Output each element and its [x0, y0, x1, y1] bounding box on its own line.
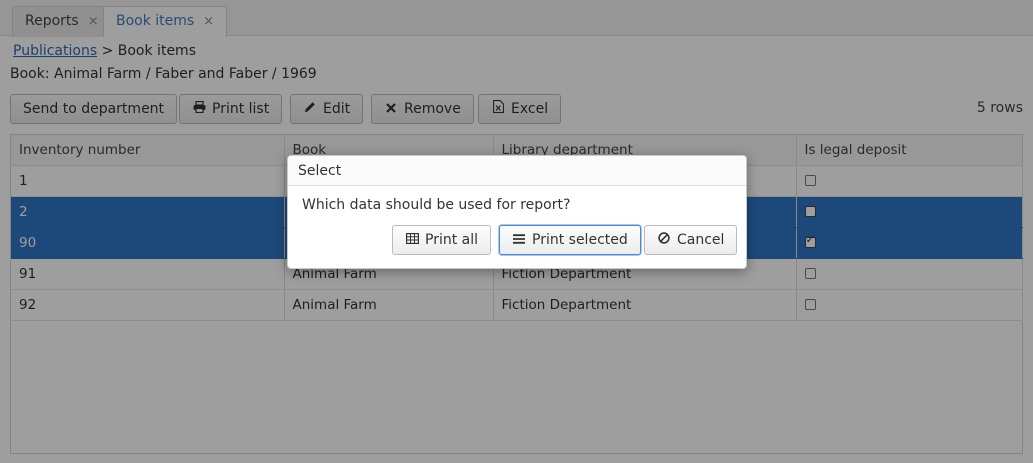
- ban-icon: [657, 226, 671, 254]
- print-selected-label: Print selected: [532, 232, 628, 248]
- select-dialog: Select Which data should be used for rep…: [287, 155, 747, 269]
- print-all-button[interactable]: Print all: [392, 225, 492, 255]
- print-all-label: Print all: [425, 232, 479, 248]
- dialog-title: Select: [288, 156, 746, 186]
- dialog-message: Which data should be used for report?: [302, 197, 571, 213]
- cancel-button[interactable]: Cancel: [644, 225, 738, 255]
- table-icon: [405, 226, 419, 254]
- cancel-label: Cancel: [677, 232, 725, 248]
- print-selected-button[interactable]: Print selected: [499, 225, 641, 255]
- list-icon: [512, 226, 526, 254]
